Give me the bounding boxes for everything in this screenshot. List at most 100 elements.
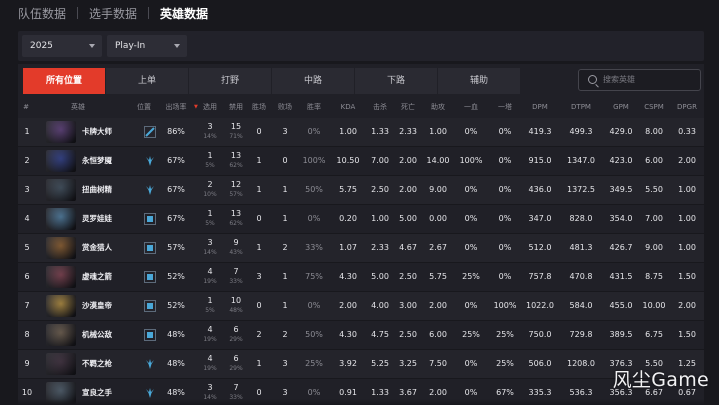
ft-cell: 100% [493, 301, 517, 310]
assist-cell: 2.00 [429, 301, 447, 310]
dpm-cell: 419.3 [528, 127, 552, 136]
dpgr-cell: 1.50 [678, 330, 696, 339]
pick-percent: 14% [203, 249, 217, 256]
dtpm-cell: 470.8 [569, 272, 593, 281]
hero-avatar[interactable] [46, 237, 76, 259]
hero-avatar[interactable] [46, 150, 76, 172]
column-header-fb[interactable]: 一血 [464, 100, 478, 114]
death-cell: 2.00 [399, 156, 417, 165]
table-row[interactable]: 7 沙漠皇帝 52% 1 5% 10 48% 0 1 0% 2.00 4.00 3.00 2.00 0% 10… [18, 292, 704, 321]
rank-cell: 6 [24, 272, 30, 281]
death-cell: 5.00 [399, 214, 417, 223]
ban-percent: 29% [229, 365, 243, 372]
table-row[interactable]: 6 虚魂之箭 52% 4 19% 7 33% 3 1 75% 4.30 5.00 2.50 5.75 25%… [18, 263, 704, 292]
hero-avatar[interactable] [46, 295, 76, 317]
position-tab[interactable]: 所有位置 [23, 68, 106, 94]
top-tab[interactable]: 选手数据 [89, 5, 148, 22]
top-tab[interactable]: 队伍数据 [18, 5, 77, 22]
column-header-appear[interactable]: 出场率 [166, 100, 187, 114]
hero-name[interactable]: 扭曲树精 [82, 176, 112, 204]
pick-count: 3 [207, 238, 213, 247]
column-header-gpm[interactable]: GPM [613, 100, 629, 114]
column-header-assist[interactable]: 助攻 [431, 100, 445, 114]
position-tab[interactable]: 上单 [106, 68, 189, 94]
ban-cell: 13 62% [229, 205, 242, 233]
hero-avatar[interactable] [46, 121, 76, 143]
dpgr-cell: 2.00 [678, 156, 696, 165]
dpm-cell: 757.8 [528, 272, 552, 281]
hero-avatar[interactable] [46, 266, 76, 288]
hero-avatar[interactable] [46, 208, 76, 230]
hero-name[interactable]: 卡牌大师 [82, 118, 112, 146]
top-tab[interactable]: 英雄数据 [160, 5, 219, 22]
rank-cell: 2 [24, 156, 30, 165]
pick-cell: 4 19% [203, 350, 216, 378]
column-header-pick[interactable]: 选用 [203, 100, 217, 114]
column-header-ban[interactable]: 禁用 [229, 100, 243, 114]
hero-portrait-icon [46, 324, 76, 346]
column-header-position[interactable]: 位置 [137, 100, 151, 114]
hero-name[interactable]: 虚魂之箭 [82, 263, 112, 291]
column-header-dpgr[interactable]: DPGR [677, 100, 697, 114]
column-header-ft[interactable]: 一塔 [498, 100, 512, 114]
column-header-lose[interactable]: 败场 [278, 100, 292, 114]
lose-cell: 1 [282, 301, 288, 310]
ban-percent: 33% [229, 278, 243, 285]
hero-name[interactable]: 不羁之枪 [82, 350, 112, 378]
column-header-win[interactable]: 胜场 [252, 100, 266, 114]
hero-portrait-icon [46, 150, 76, 172]
column-header-cspm[interactable]: CSPM [644, 100, 664, 114]
table-row[interactable]: 9 不羁之枪 48% 4 19% 6 29% 1 3 25% 3.92 5.25 3.25 7.50 0% 2… [18, 350, 704, 379]
ban-cell: 13 62% [229, 147, 242, 175]
hero-name[interactable]: 永恒梦魇 [82, 147, 112, 175]
column-header-kda[interactable]: KDA [341, 100, 356, 114]
column-header-rank[interactable]: # [23, 100, 29, 114]
kill-cell: 5.00 [371, 272, 389, 281]
tab-divider [77, 7, 79, 19]
appear-cell: 67% [167, 214, 185, 223]
hero-avatar[interactable] [46, 353, 76, 375]
fb-cell: 0% [464, 301, 478, 310]
search-icon [588, 75, 597, 84]
hero-portrait-icon [46, 179, 76, 201]
position-tab[interactable]: 中路 [272, 68, 355, 94]
year-select[interactable]: 2025 [22, 35, 102, 57]
column-header-hero[interactable]: 英雄 [71, 100, 85, 114]
dpm-cell: 1022.0 [526, 301, 554, 310]
pick-count: 1 [207, 296, 213, 305]
table-row[interactable]: 8 机械公敌 48% 4 19% 6 29% 2 2 50% 4.30 4.75 2.50 6.00 25%… [18, 321, 704, 350]
ban-percent: 62% [229, 162, 243, 169]
column-header-kill[interactable]: 击杀 [373, 100, 387, 114]
hero-name[interactable]: 机械公敌 [82, 321, 112, 349]
hero-avatar[interactable] [46, 179, 76, 201]
hero-avatar[interactable] [46, 324, 76, 346]
gpm-cell: 431.5 [609, 272, 633, 281]
hero-name[interactable]: 灵罗娃娃 [82, 205, 112, 233]
jungle-icon [146, 156, 154, 166]
table-row[interactable]: 1 卡牌大师 86% 3 14% 15 71% 0 3 0% 1.00 1.33 2.33 1.00 0% 0… [18, 118, 704, 147]
column-header-dtpm[interactable]: DTPM [571, 100, 591, 114]
table-row[interactable]: 5 赏金猎人 57% 3 14% 9 43% 1 2 33% 1.07 2.33 4.67 2.67 0% 0… [18, 234, 704, 263]
table-row[interactable]: 4 灵罗娃娃 67% 1 5% 13 62% 0 1 0% 0.20 1.00 5.00 0.00 0% 0%… [18, 205, 704, 234]
column-header-death[interactable]: 死亡 [401, 100, 415, 114]
hero-name[interactable]: 沙漠皇帝 [82, 292, 112, 320]
table-row[interactable]: 3 扭曲树精 67% 2 10% 12 57% 1 1 50% 5.75 2.50 2.00 9.00 0%… [18, 176, 704, 205]
hero-name[interactable]: 赏金猎人 [82, 234, 112, 262]
sort-desc-icon[interactable]: ▼ [194, 100, 198, 114]
winrate-cell: 75% [305, 272, 323, 281]
ban-cell: 6 29% [229, 321, 242, 349]
fb-cell: 0% [464, 185, 478, 194]
search-input[interactable]: 搜索英雄 [578, 69, 701, 91]
dpgr-cell: 2.00 [678, 301, 696, 310]
table-row[interactable]: 2 永恒梦魇 67% 1 5% 13 62% 1 0 100% 10.50 7.00 2.00 14.00… [18, 147, 704, 176]
dpgr-cell: 0.33 [678, 127, 696, 136]
column-header-dpm[interactable]: DPM [532, 100, 548, 114]
column-header-winrate[interactable]: 胜率 [307, 100, 321, 114]
position-tab[interactable]: 下路 [355, 68, 438, 94]
position-tab[interactable]: 辅助 [438, 68, 521, 94]
win-cell: 1 [256, 156, 262, 165]
position-tab[interactable]: 打野 [189, 68, 272, 94]
win-cell: 1 [256, 185, 262, 194]
ft-cell: 0% [498, 214, 512, 223]
stage-select[interactable]: Play-In [107, 35, 187, 57]
